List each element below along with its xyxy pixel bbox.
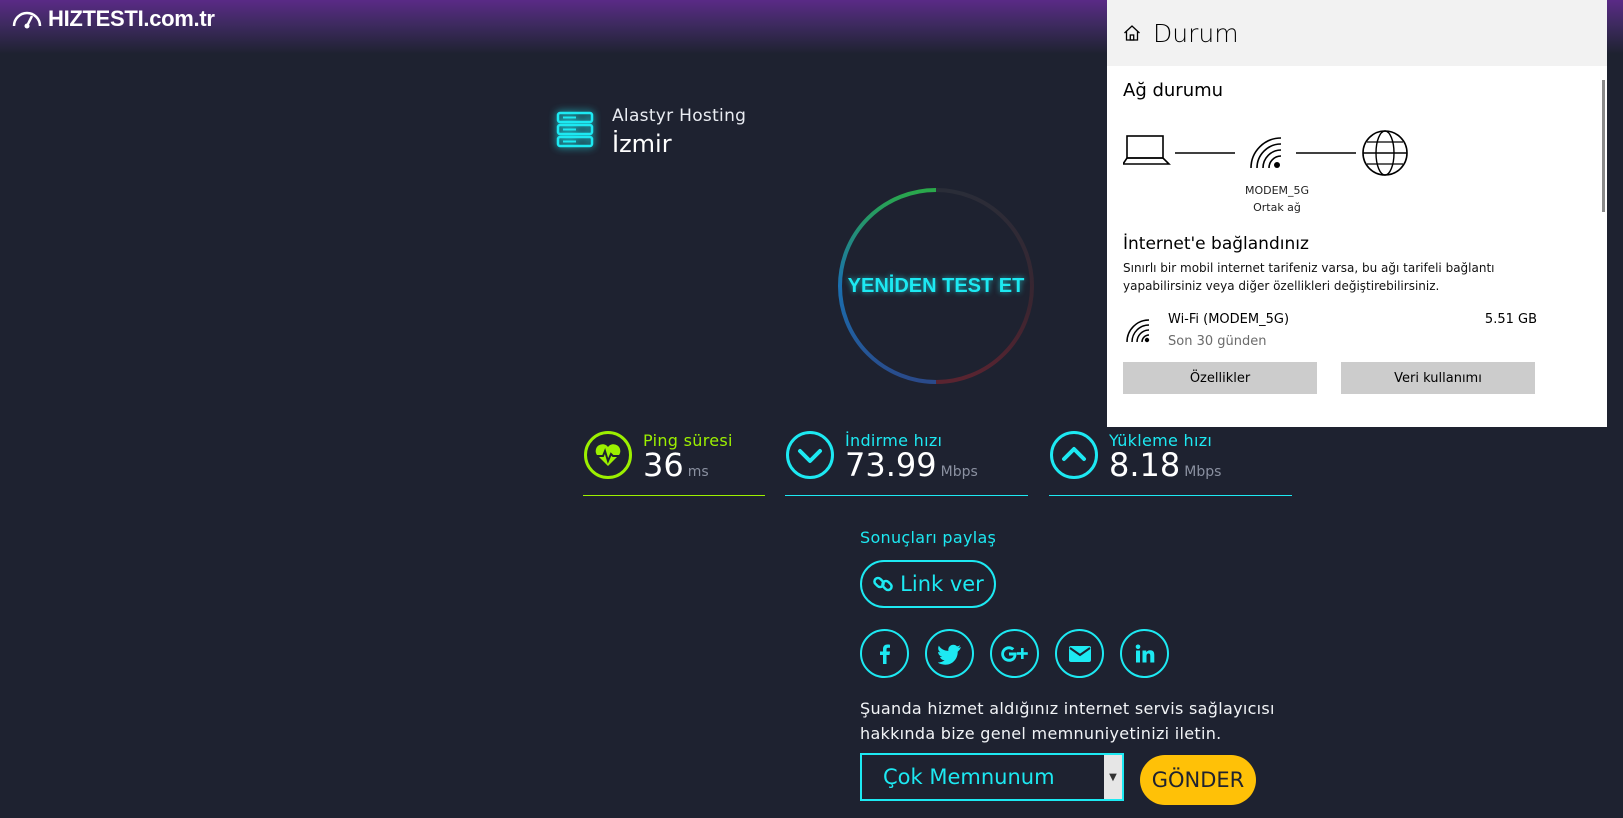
network-status-heading: Ağ durumu bbox=[1123, 80, 1224, 101]
satisfaction-selected: Çok Memnunum bbox=[883, 765, 1055, 789]
wifi-icon bbox=[1126, 319, 1150, 343]
chevron-up-icon bbox=[1050, 431, 1098, 479]
globe-icon bbox=[1362, 130, 1408, 176]
social-buttons bbox=[860, 629, 1169, 678]
connected-heading: İnternet'e bağlandınız bbox=[1123, 234, 1309, 254]
twitter-button[interactable] bbox=[925, 629, 974, 678]
logo-text: HIZTESTI.com.tr bbox=[48, 6, 215, 31]
upload-value-row: 8.18 Mbps bbox=[1109, 446, 1221, 484]
link-button-label: Link ver bbox=[900, 572, 984, 596]
logo[interactable]: HIZTESTI.com.tr bbox=[10, 6, 215, 32]
ping-value-row: 36 ms bbox=[643, 446, 709, 484]
modem-name: MODEM_5G bbox=[1244, 184, 1310, 197]
link-icon bbox=[873, 576, 893, 592]
google-plus-icon bbox=[1000, 645, 1028, 662]
ping-metric: Ping süresi 36 ms bbox=[583, 428, 765, 496]
wifi-usage-row[interactable]: Wi-Fi (MODEM_5G) Son 30 günden 5.51 GB bbox=[1123, 310, 1537, 352]
network-status-panel: Durum Ağ durumu MODEM_5G Ortak ağ İntern… bbox=[1107, 0, 1607, 427]
server-name: Alastyr Hosting bbox=[612, 106, 747, 126]
survey-line-2: hakkında bize genel memnuniyetinizi ilet… bbox=[860, 724, 1222, 743]
server-city: İzmir bbox=[612, 130, 672, 158]
server-info: Alastyr Hosting İzmir bbox=[556, 104, 746, 158]
twitter-icon bbox=[937, 644, 961, 665]
laptop-icon bbox=[1123, 135, 1171, 165]
panel-scrollbar[interactable] bbox=[1602, 80, 1605, 212]
panel-title: Durum bbox=[1153, 18, 1239, 48]
share-title: Sonuçları paylaş bbox=[860, 528, 997, 547]
speedometer-icon bbox=[12, 11, 42, 29]
download-unit: Mbps bbox=[940, 464, 978, 480]
data-usage-button[interactable]: Veri kullanımı bbox=[1341, 362, 1535, 394]
linkedin-icon bbox=[1135, 644, 1154, 662]
chevron-down-icon bbox=[786, 431, 834, 479]
speed-gauge: YENİDEN TEST ET bbox=[836, 186, 1036, 386]
survey-text: Şuanda hizmet aldığınız internet servis … bbox=[860, 696, 1290, 746]
upload-value: 8.18 bbox=[1109, 446, 1181, 484]
heartbeat-icon bbox=[584, 431, 632, 479]
satisfaction-select[interactable]: Çok Memnunum ▼ bbox=[860, 753, 1124, 801]
facebook-icon bbox=[879, 644, 890, 664]
properties-button[interactable]: Özellikler bbox=[1123, 362, 1317, 394]
linkedin-button[interactable] bbox=[1120, 629, 1169, 678]
download-metric: İndirme hızı 73.99 Mbps bbox=[785, 428, 1028, 496]
email-icon bbox=[1068, 645, 1091, 662]
upload-metric: Yükleme hızı 8.18 Mbps bbox=[1049, 428, 1292, 496]
google-plus-button[interactable] bbox=[990, 629, 1039, 678]
home-icon[interactable] bbox=[1123, 24, 1141, 42]
panel-header: Durum bbox=[1107, 0, 1607, 66]
chevron-down-icon[interactable]: ▼ bbox=[1104, 755, 1122, 799]
retest-button[interactable]: YENİDEN TEST ET bbox=[836, 186, 1036, 386]
download-value: 73.99 bbox=[845, 446, 937, 484]
wifi-data-size: 5.51 GB bbox=[1484, 312, 1537, 327]
download-value-row: 73.99 Mbps bbox=[845, 446, 978, 484]
link-button[interactable]: Link ver bbox=[860, 560, 996, 608]
wifi-name: Wi-Fi (MODEM_5G) bbox=[1168, 312, 1290, 327]
wifi-icon bbox=[1250, 137, 1282, 169]
send-button[interactable]: GÖNDER bbox=[1140, 755, 1256, 805]
modem-network-type: Ortak ağ bbox=[1253, 201, 1301, 214]
ping-value: 36 bbox=[643, 446, 684, 484]
facebook-button[interactable] bbox=[860, 629, 909, 678]
server-icon bbox=[556, 111, 594, 148]
upload-unit: Mbps bbox=[1184, 464, 1222, 480]
survey-line-1: Şuanda hizmet aldığınız internet servis … bbox=[860, 699, 1275, 718]
ping-unit: ms bbox=[687, 464, 709, 480]
email-button[interactable] bbox=[1055, 629, 1104, 678]
connection-description: Sınırlı bir mobil internet tarifeniz var… bbox=[1123, 261, 1495, 293]
wifi-period: Son 30 günden bbox=[1168, 334, 1267, 349]
